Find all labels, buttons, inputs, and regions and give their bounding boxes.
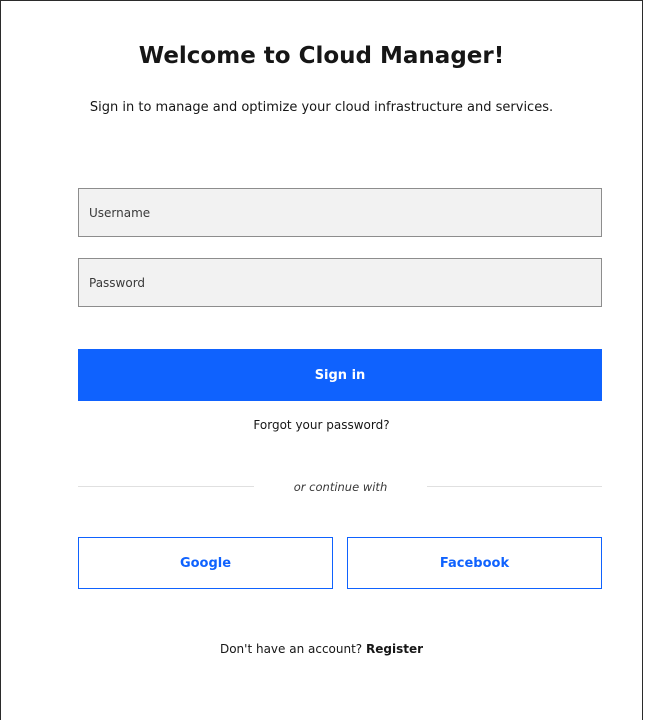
- divider-text: or continue with: [293, 480, 388, 494]
- username-input[interactable]: [78, 188, 602, 237]
- login-card: Welcome to Cloud Manager! Sign in to man…: [0, 0, 643, 720]
- divider-line-left: [78, 486, 254, 487]
- page-title: Welcome to Cloud Manager!: [138, 43, 505, 69]
- register-prompt: Don't have an account?: [219, 642, 363, 656]
- forgot-password-row: Forgot your password?: [1, 418, 642, 432]
- divider-line-right: [427, 486, 602, 487]
- page-subtitle: Sign in to manage and optimize your clou…: [89, 100, 554, 115]
- facebook-sign-in-button[interactable]: Facebook: [347, 537, 602, 589]
- register-row: Don't have an account? Register: [1, 642, 642, 656]
- password-input[interactable]: [78, 258, 602, 307]
- google-sign-in-button[interactable]: Google: [78, 537, 333, 589]
- forgot-password-link[interactable]: Forgot your password?: [253, 418, 389, 432]
- register-link[interactable]: Register: [366, 642, 423, 656]
- sign-in-button[interactable]: Sign in: [78, 349, 602, 401]
